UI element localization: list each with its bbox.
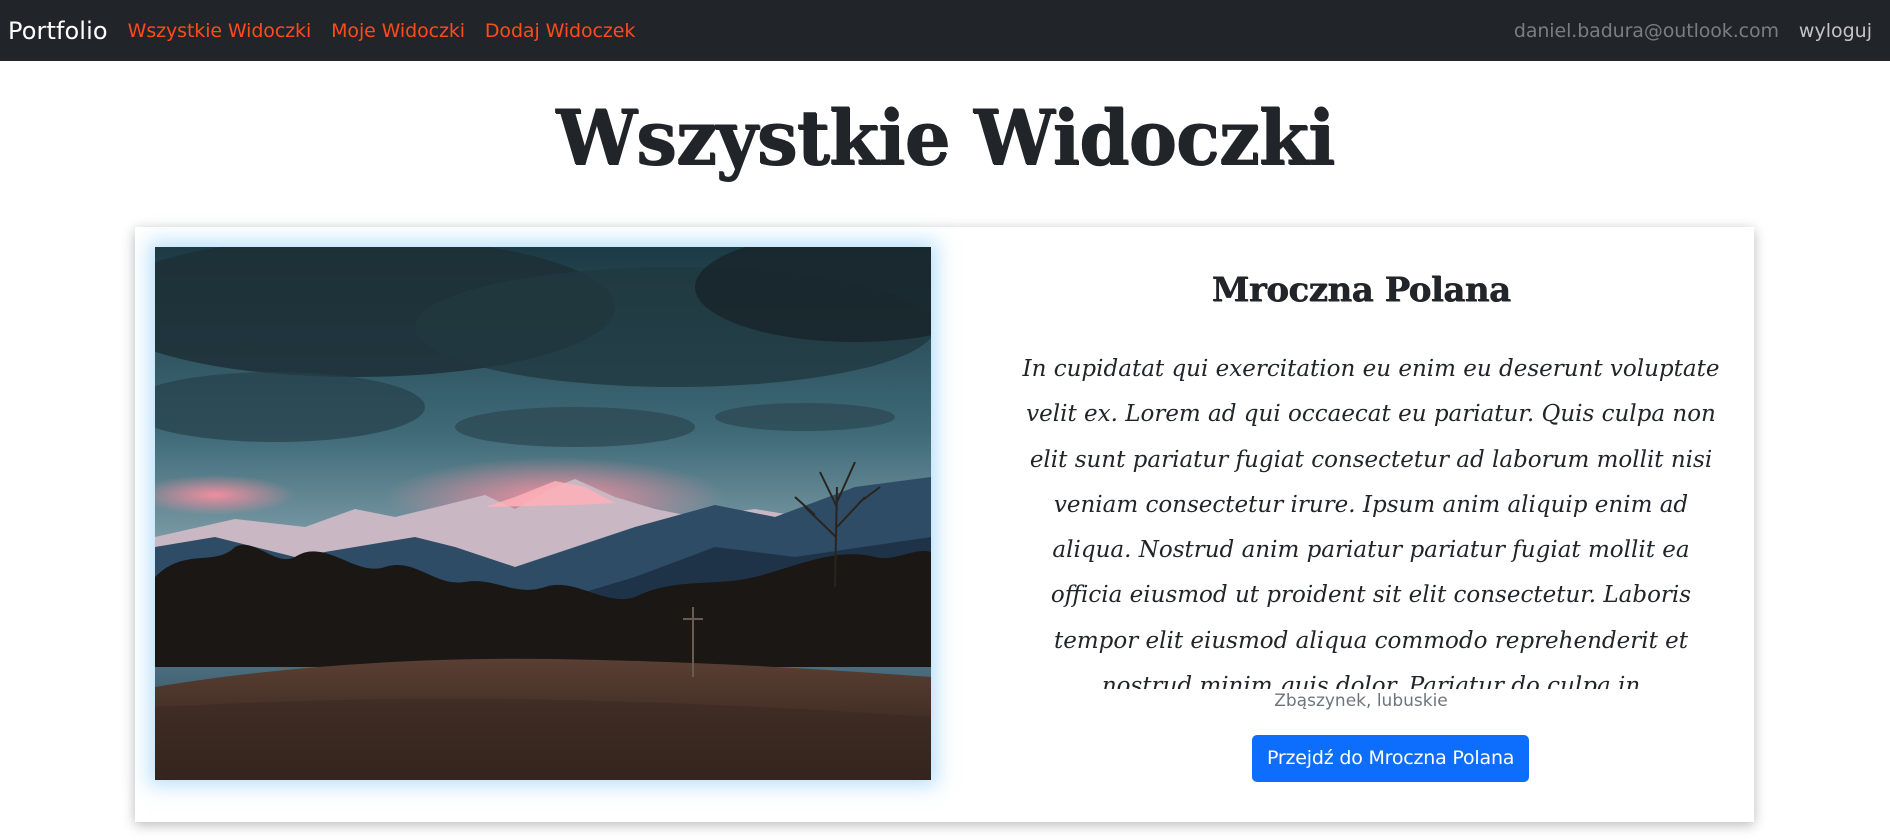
landscape-photo-icon (155, 247, 931, 780)
nav-left-group: Portfolio Wszystkie Widoczki Moje Widocz… (8, 17, 655, 45)
nav-right-group: daniel.badura@outlook.com wyloguj (1514, 20, 1882, 42)
nav-link-my-views[interactable]: Moje Widoczki (331, 20, 465, 42)
brand-link[interactable]: Portfolio (8, 17, 108, 45)
card-body: Mroczna Polana In cupidatat qui exercita… (975, 227, 1747, 822)
card-description: In cupidatat qui exercitation eu enim eu… (1022, 356, 1720, 689)
page-title: Wszystkie Widoczki (555, 93, 1335, 182)
card-title: Mroczna Polana (1211, 270, 1511, 310)
logout-link[interactable]: wyloguj (1799, 20, 1872, 42)
nav-link-add-view[interactable]: Dodaj Widoczek (485, 20, 635, 42)
card-location: Zbąszynek, lubuskie (1274, 691, 1448, 711)
card-photo (155, 247, 931, 780)
top-navbar: Portfolio Wszystkie Widoczki Moje Widocz… (0, 0, 1890, 61)
user-email: daniel.badura@outlook.com (1513, 19, 1779, 42)
nav-link-all-views[interactable]: Wszystkie Widoczki (128, 20, 312, 42)
go-to-view-button[interactable]: Przejdź do Mroczna Polana (1252, 735, 1530, 782)
view-card: Mroczna Polana In cupidatat qui exercita… (135, 227, 1754, 822)
